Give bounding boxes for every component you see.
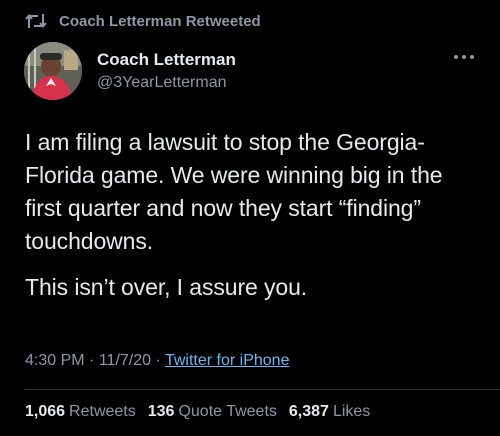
tweet-metadata: 4:30 PM · 11/7/20 · Twitter for iPhone [25, 352, 289, 370]
retweets-stat[interactable]: 1,066 Retweets [25, 403, 136, 421]
more-options-button[interactable] [452, 52, 476, 62]
likes-stat[interactable]: 6,387 Likes [289, 403, 370, 421]
retweet-context-label: Coach Letterman Retweeted [59, 12, 261, 30]
retweet-context[interactable]: Coach Letterman Retweeted [25, 12, 261, 30]
tweet-date[interactable]: 11/7/20 [99, 352, 151, 369]
quote-tweets-count: 136 [147, 403, 175, 420]
tweet-time[interactable]: 4:30 PM [25, 352, 85, 369]
display-name[interactable]: Coach Letterman [97, 50, 236, 70]
separator: · [89, 352, 95, 369]
user-handle[interactable]: @3YearLetterman [97, 73, 236, 92]
more-horizontal-icon [454, 55, 474, 59]
retweet-icon [25, 12, 47, 30]
divider [25, 389, 500, 390]
separator: · [155, 352, 161, 369]
tweet-detail: Coach Letterman Retweeted Coach Letterma… [0, 0, 500, 436]
likes-count: 6,387 [288, 403, 329, 420]
likes-label: Likes [332, 403, 371, 420]
tweet-paragraph: I am filing a lawsuit to stop the Georgi… [25, 129, 443, 254]
source-link[interactable]: Twitter for iPhone [165, 352, 290, 369]
author-block[interactable]: Coach Letterman @3YearLetterman [97, 50, 236, 92]
engagement-stats: 1,066 Retweets 136 Quote Tweets 6,387 Likes [25, 403, 382, 421]
retweets-label: Retweets [69, 403, 136, 420]
avatar[interactable] [24, 42, 82, 100]
tweet-paragraph: This isn’t over, I assure you. [25, 274, 308, 300]
tweet-text: I am filing a lawsuit to stop the Georgi… [25, 126, 485, 304]
quote-tweets-label: Quote Tweets [178, 403, 277, 420]
retweets-count: 1,066 [25, 403, 66, 420]
quote-tweets-stat[interactable]: 136 Quote Tweets [148, 403, 277, 421]
